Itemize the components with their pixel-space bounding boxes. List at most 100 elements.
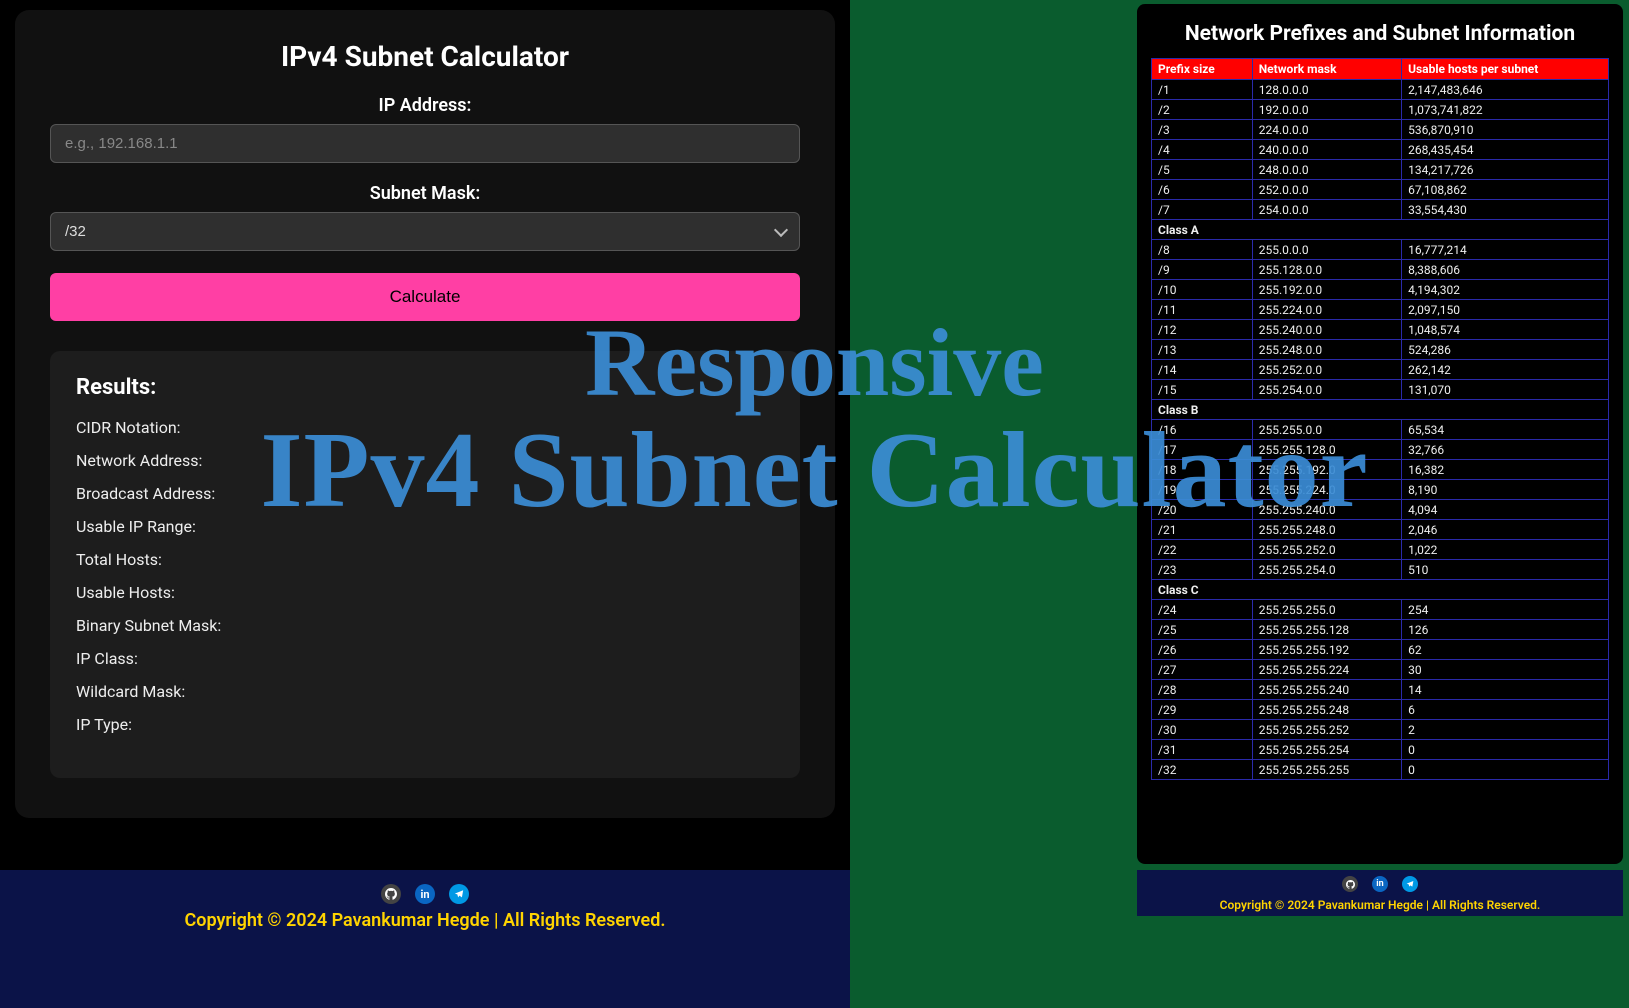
table-cell: /29 (1152, 700, 1253, 720)
results-card: Results: CIDR Notation:Network Address:B… (50, 351, 800, 778)
table-row: /28255.255.255.24014 (1152, 680, 1609, 700)
table-cell: /11 (1152, 300, 1253, 320)
class-heading-cell: Class C (1152, 580, 1609, 600)
table-cell: 1,073,741,822 (1402, 100, 1609, 120)
table-cell: 255.255.255.255 (1252, 760, 1401, 780)
prefix-table: Prefix sizeNetwork maskUsable hosts per … (1151, 58, 1609, 780)
telegram-icon[interactable] (1402, 876, 1418, 892)
calculator-title: IPv4 Subnet Calculator (50, 40, 800, 73)
github-icon[interactable] (381, 884, 401, 904)
table-cell: 134,217,726 (1402, 160, 1609, 180)
table-row: /8255.0.0.016,777,214 (1152, 240, 1609, 260)
table-cell: 255.255.128.0 (1252, 440, 1401, 460)
table-row: /5248.0.0.0134,217,726 (1152, 160, 1609, 180)
subnet-mask-select[interactable]: /32 (50, 212, 800, 251)
table-cell: 8,190 (1402, 480, 1609, 500)
table-cell: 255.255.255.0 (1252, 600, 1401, 620)
table-cell: /24 (1152, 600, 1253, 620)
table-cell: /4 (1152, 140, 1253, 160)
table-cell: /16 (1152, 420, 1253, 440)
table-row: Class C (1152, 580, 1609, 600)
table-cell: 62 (1402, 640, 1609, 660)
table-cell: 268,435,454 (1402, 140, 1609, 160)
table-cell: 6 (1402, 700, 1609, 720)
table-cell: /20 (1152, 500, 1253, 520)
subnet-mask-label: Subnet Mask: (50, 183, 800, 204)
linkedin-icon[interactable]: in (415, 884, 435, 904)
table-cell: 65,534 (1402, 420, 1609, 440)
table-cell: /26 (1152, 640, 1253, 660)
table-cell: /28 (1152, 680, 1253, 700)
table-row: /1128.0.0.02,147,483,646 (1152, 80, 1609, 100)
table-cell: 255.255.254.0 (1252, 560, 1401, 580)
table-row: /18255.255.192.016,382 (1152, 460, 1609, 480)
result-row: IP Class: (76, 649, 774, 668)
table-cell: /12 (1152, 320, 1253, 340)
table-cell: /25 (1152, 620, 1253, 640)
table-header: Prefix size (1152, 59, 1253, 80)
table-row: /9255.128.0.08,388,606 (1152, 260, 1609, 280)
table-cell: /18 (1152, 460, 1253, 480)
table-cell: /32 (1152, 760, 1253, 780)
table-cell: 2,097,150 (1402, 300, 1609, 320)
table-row: /29255.255.255.2486 (1152, 700, 1609, 720)
result-row: Usable Hosts: (76, 583, 774, 602)
table-cell: 224.0.0.0 (1252, 120, 1401, 140)
table-cell: /21 (1152, 520, 1253, 540)
table-cell: 131,070 (1402, 380, 1609, 400)
table-cell: 0 (1402, 740, 1609, 760)
table-cell: /14 (1152, 360, 1253, 380)
table-cell: 255.248.0.0 (1252, 340, 1401, 360)
table-row: /10255.192.0.04,194,302 (1152, 280, 1609, 300)
table-cell: 0 (1402, 760, 1609, 780)
table-cell: 30 (1402, 660, 1609, 680)
table-row: /17255.255.128.032,766 (1152, 440, 1609, 460)
table-row: /25255.255.255.128126 (1152, 620, 1609, 640)
linkedin-icon[interactable]: in (1372, 876, 1388, 892)
table-header: Usable hosts per subnet (1402, 59, 1609, 80)
table-row: /3224.0.0.0536,870,910 (1152, 120, 1609, 140)
table-cell: 262,142 (1402, 360, 1609, 380)
social-row-small: in (1137, 876, 1623, 892)
calculate-button[interactable]: Calculate (50, 273, 800, 321)
copyright-text: Copyright © 2024 Pavankumar Hegde | All … (0, 910, 850, 931)
table-cell: 1,048,574 (1402, 320, 1609, 340)
table-cell: 4,094 (1402, 500, 1609, 520)
table-row: /15255.254.0.0131,070 (1152, 380, 1609, 400)
table-cell: 192.0.0.0 (1252, 100, 1401, 120)
telegram-icon[interactable] (449, 884, 469, 904)
table-cell: 255.255.192.0 (1252, 460, 1401, 480)
table-row: /19255.255.224.08,190 (1152, 480, 1609, 500)
table-cell: 255.254.0.0 (1252, 380, 1401, 400)
table-cell: 255.255.240.0 (1252, 500, 1401, 520)
table-cell: 536,870,910 (1402, 120, 1609, 140)
ip-address-input[interactable] (50, 124, 800, 163)
table-row: /22255.255.252.01,022 (1152, 540, 1609, 560)
table-cell: 255.192.0.0 (1252, 280, 1401, 300)
table-row: /4240.0.0.0268,435,454 (1152, 140, 1609, 160)
table-cell: /5 (1152, 160, 1253, 180)
table-cell: /15 (1152, 380, 1253, 400)
table-row: /27255.255.255.22430 (1152, 660, 1609, 680)
table-cell: /30 (1152, 720, 1253, 740)
table-cell: 67,108,862 (1402, 180, 1609, 200)
result-row: Wildcard Mask: (76, 682, 774, 701)
subnet-mask-select-wrap[interactable]: /32 (50, 212, 800, 251)
table-cell: 1,022 (1402, 540, 1609, 560)
table-cell: /7 (1152, 200, 1253, 220)
table-cell: 252.0.0.0 (1252, 180, 1401, 200)
table-row: /14255.252.0.0262,142 (1152, 360, 1609, 380)
table-row: /30255.255.255.2522 (1152, 720, 1609, 740)
table-row: /24255.255.255.0254 (1152, 600, 1609, 620)
table-cell: 255.255.252.0 (1252, 540, 1401, 560)
table-cell: /31 (1152, 740, 1253, 760)
table-cell: 16,382 (1402, 460, 1609, 480)
table-row: /13255.248.0.0524,286 (1152, 340, 1609, 360)
footer-right: in Copyright © 2024 Pavankumar Hegde | A… (1137, 870, 1623, 916)
github-icon[interactable] (1342, 876, 1358, 892)
table-row: /16255.255.0.065,534 (1152, 420, 1609, 440)
ip-address-label: IP Address: (50, 95, 800, 116)
table-row: Class A (1152, 220, 1609, 240)
table-cell: 2,147,483,646 (1402, 80, 1609, 100)
table-cell: /1 (1152, 80, 1253, 100)
